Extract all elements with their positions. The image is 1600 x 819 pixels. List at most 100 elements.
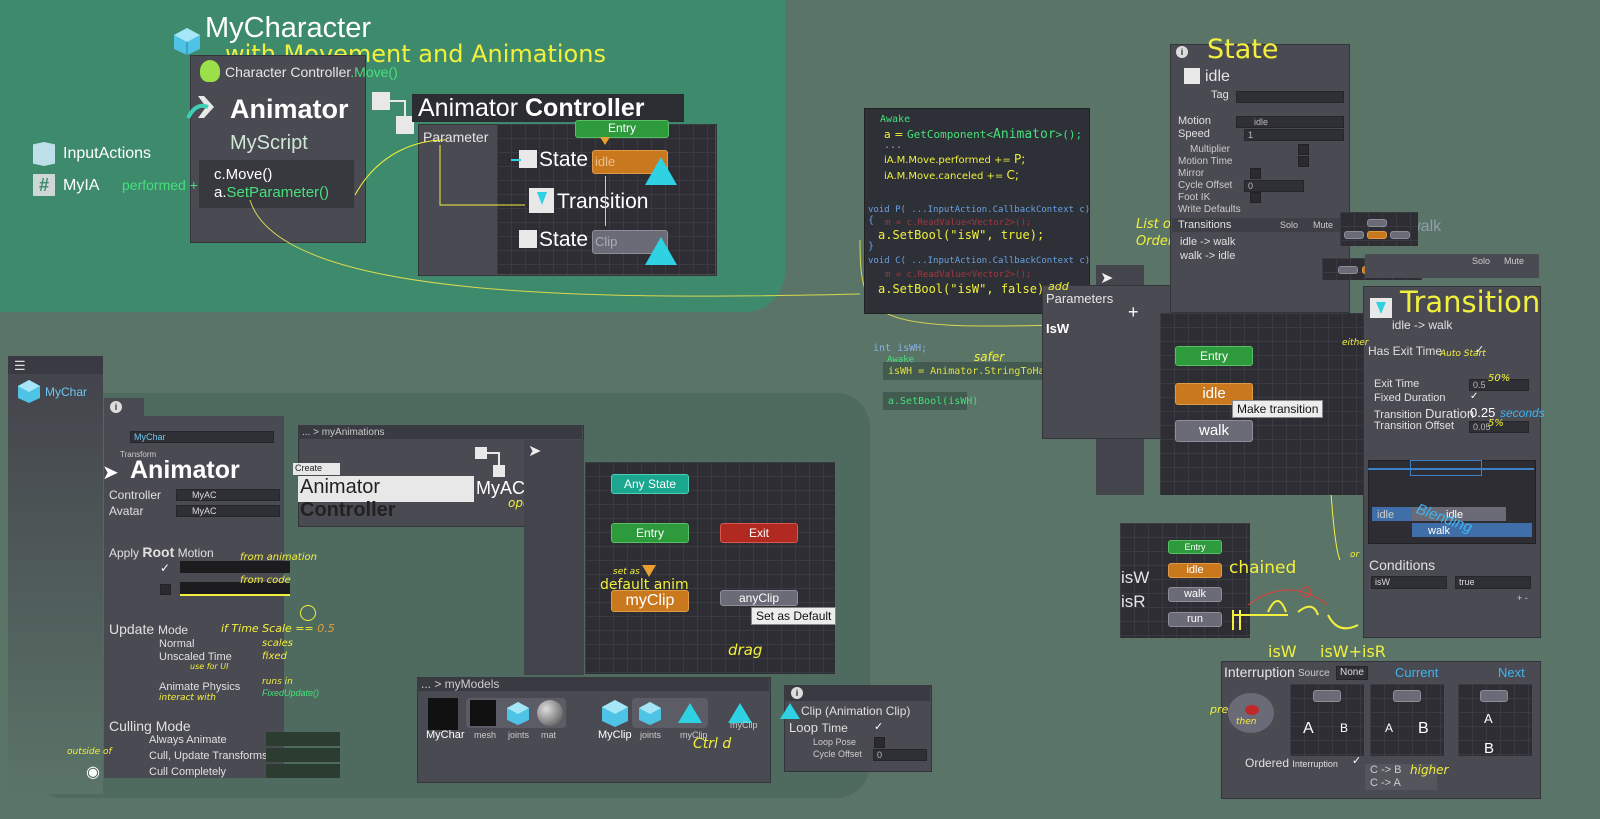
code-l4a: iA.M.Move.canceled += <box>884 171 1007 182</box>
myclip-model-icon[interactable] <box>600 698 630 728</box>
controller-label: Controller <box>109 488 162 502</box>
cycle-offset-field[interactable]: 0 <box>1244 180 1304 192</box>
has-exit-checkbox[interactable]: ✓ <box>1475 343 1484 356</box>
always-animate-option[interactable]: Always Animate <box>149 734 227 746</box>
speed-field[interactable]: 1 <box>1244 129 1344 141</box>
exit-time-label: Exit Time <box>1374 378 1420 390</box>
ordered-sub: Interruption <box>1292 759 1338 769</box>
exit-node[interactable]: Exit <box>720 523 798 543</box>
conditions-label: Conditions <box>1369 557 1436 573</box>
ghost-solo: Solo <box>1472 256 1491 266</box>
code-brace-open: { <box>868 215 875 226</box>
code-ellipsis: ... <box>884 140 903 151</box>
transition-sub: idle -> walk <box>1392 318 1453 332</box>
joints-icon[interactable] <box>505 700 531 726</box>
gameobject-name-field[interactable]: MyChar <box>130 431 274 443</box>
clip-title: Clip (Animation Clip) <box>801 704 911 718</box>
source-label: Source <box>1298 668 1330 679</box>
or-note: or <box>1350 550 1360 560</box>
pct50-note: 50% <box>1488 373 1511 384</box>
animator-controller-menu-item[interactable]: Animator Controller <box>298 476 474 521</box>
motion-field[interactable]: idle <box>1236 116 1344 128</box>
mirror-label: Mirror <box>1178 168 1205 179</box>
ordered-checkbox[interactable]: ✓ <box>1352 754 1361 767</box>
code-c-body: m = c.ReadValue<Vector2>(); <box>885 270 1032 280</box>
clip-inspector-header <box>784 685 930 701</box>
fixed-duration-checkbox[interactable]: ✓ <box>1470 391 1478 402</box>
create-menu[interactable]: Create <box>293 463 340 475</box>
loop-time-checkbox[interactable]: ✓ <box>874 720 883 733</box>
mesh-label: mesh <box>474 730 497 740</box>
code-l4b: C; <box>1006 168 1019 182</box>
update-label-a: Update <box>109 621 155 637</box>
multiplier-checkbox[interactable] <box>1298 144 1309 155</box>
has-exit-label: Has Exit Time <box>1368 344 1443 358</box>
graph1-animator-icon: ➤ <box>528 443 542 460</box>
add-parameter-button[interactable]: + <box>1128 302 1139 323</box>
controller-field[interactable]: MyAC <box>176 489 280 501</box>
cull-wave-2 <box>266 748 340 762</box>
mychar-model-icon[interactable] <box>428 698 458 730</box>
normal-option[interactable]: Normal <box>159 638 194 650</box>
make-transition-menu[interactable]: Make transition <box>1232 400 1324 418</box>
cull-update-option[interactable]: Cull, Update Transforms <box>149 750 268 762</box>
add-remove-condition[interactable]: + - <box>1517 593 1528 603</box>
code-c-set: a.SetBool("isW", false); <box>878 282 1052 296</box>
mirror-checkbox[interactable] <box>1250 168 1261 179</box>
order-cb: C -> B <box>1370 764 1402 776</box>
cull-completely-option[interactable]: Cull Completely <box>149 766 226 778</box>
mini-graph-1 <box>1340 212 1418 246</box>
any-state-node[interactable]: Any State <box>611 474 689 494</box>
condition-value-dropdown[interactable]: true <box>1455 576 1531 589</box>
myac-icon[interactable] <box>473 445 507 479</box>
animate-physics-option[interactable]: Animate Physics <box>159 681 240 693</box>
source-dropdown[interactable]: None <box>1336 666 1368 680</box>
chain-walk[interactable]: walk <box>1168 587 1222 602</box>
joints-icon-2[interactable] <box>637 700 663 726</box>
graph2-entry-node[interactable]: Entry <box>1175 346 1253 366</box>
hierarchy-mychar[interactable]: MyChar <box>45 385 87 399</box>
list-icon[interactable]: ☰ <box>14 358 26 374</box>
isw-parameter[interactable]: IsW <box>1046 321 1069 336</box>
myclip-node[interactable]: myClip <box>611 590 689 612</box>
ig1-c <box>1313 690 1341 702</box>
root-motion-checkbox[interactable]: ✓ <box>160 561 170 575</box>
foot-ik-checkbox[interactable] <box>1250 192 1261 203</box>
timeline-window[interactable] <box>1410 460 1482 476</box>
idle-bar-label: idle <box>1377 509 1395 521</box>
loop-pose-checkbox[interactable] <box>874 737 885 748</box>
transitions-label: Transitions <box>1178 219 1232 231</box>
anyclip-node[interactable]: anyClip <box>720 590 798 606</box>
runs-in-note: runs in <box>262 677 293 687</box>
clock-icon <box>300 605 316 621</box>
code-p-body: m = c.ReadValue<Vector2>(); <box>885 218 1032 228</box>
avatar-field[interactable]: MyAC <box>176 505 280 517</box>
motion-time-checkbox[interactable] <box>1298 156 1309 167</box>
chain-idle[interactable]: idle <box>1168 563 1222 578</box>
code-p-sig: void P( ...InputAction.CallbackContext c… <box>868 205 1091 215</box>
set-as-default-menu[interactable]: Set as Default <box>751 607 837 625</box>
outside-note: outside of <box>67 747 112 757</box>
chain-signal-sketch <box>1232 586 1359 630</box>
clip-cycle-field[interactable]: 0 <box>873 749 927 761</box>
tag-field[interactable] <box>1236 91 1344 103</box>
transition-item-1[interactable]: idle -> walk <box>1180 236 1235 248</box>
joints-label-2: joints <box>640 730 662 740</box>
graph1-entry-node[interactable]: Entry <box>611 523 689 543</box>
chain-iswr-note: isW+isR <box>1320 642 1386 661</box>
root-motion-checkbox-off[interactable] <box>160 584 171 595</box>
write-defaults-label: Write Defaults <box>1178 204 1241 215</box>
mesh-icon[interactable] <box>470 700 496 726</box>
transition-item-2[interactable]: walk -> idle <box>1180 250 1235 262</box>
set-as-note: set as <box>613 567 640 577</box>
state-title: State <box>1207 34 1279 65</box>
chain-entry[interactable]: Entry <box>1168 540 1222 554</box>
info-icon: i <box>1176 46 1188 58</box>
mat-icon[interactable] <box>537 700 563 726</box>
myclip-anim-icon[interactable] <box>678 703 702 723</box>
ac-menu-a: Animator <box>300 476 381 498</box>
chain-run[interactable]: run <box>1168 612 1222 627</box>
ts-val-note: 0.5 <box>317 622 335 635</box>
graph2-walk-node[interactable]: walk <box>1175 420 1253 442</box>
use-ui-note: use for UI <box>190 662 229 671</box>
